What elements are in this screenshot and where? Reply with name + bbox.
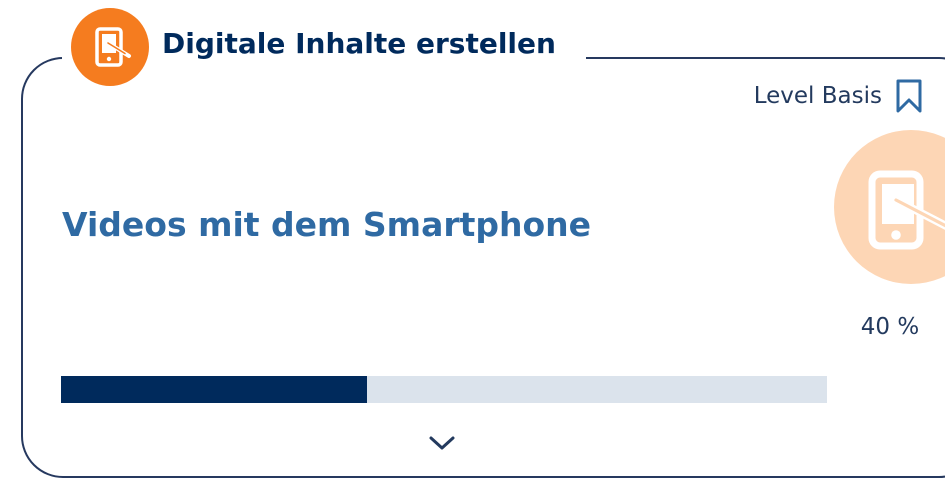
chevron-down-icon bbox=[429, 436, 455, 450]
progress-bar-fill bbox=[61, 376, 368, 403]
tablet-edit-icon bbox=[95, 27, 131, 67]
level-label: Level Basis bbox=[753, 83, 882, 109]
bookmark-icon[interactable] bbox=[895, 78, 923, 114]
level-indicator: Level Basis bbox=[754, 78, 923, 114]
course-card-stage: Digitale Inhalte erstellen Level Basis V… bbox=[0, 0, 945, 482]
category-badge bbox=[71, 8, 149, 86]
category-title: Digitale Inhalte erstellen bbox=[162, 27, 556, 60]
progress-bar bbox=[61, 376, 827, 403]
course-title[interactable]: Videos mit dem Smartphone bbox=[62, 203, 591, 247]
progress-percent: 40 % bbox=[860, 314, 920, 340]
expand-button[interactable] bbox=[426, 428, 458, 458]
tablet-edit-icon bbox=[868, 170, 945, 250]
course-card bbox=[21, 57, 945, 478]
